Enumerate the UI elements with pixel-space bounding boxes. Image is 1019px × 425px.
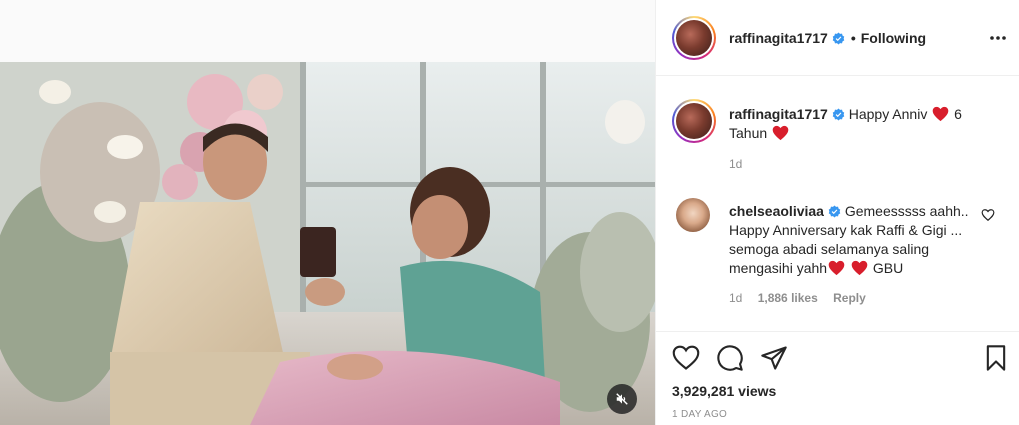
view-count[interactable]: 3,929,281 views	[672, 383, 776, 399]
commenter-username[interactable]: chelseaoliviaa	[729, 203, 824, 219]
more-options-button[interactable]	[986, 28, 1010, 48]
comment-reply-button[interactable]: Reply	[833, 291, 866, 305]
commenter-avatar[interactable]	[676, 198, 710, 232]
paper-plane-icon[interactable]	[760, 344, 788, 372]
header-user-line: raffinagita1717 • Following	[729, 30, 926, 46]
caption-username[interactable]: raffinagita1717	[729, 106, 828, 122]
verified-badge-icon	[828, 205, 841, 218]
post-side-panel: raffinagita1717 • Following raffinagita171…	[655, 0, 1019, 425]
caption-text-part3: Tahun	[729, 125, 768, 141]
comment-likes-count[interactable]: 1,886 likes	[758, 291, 818, 305]
caption-text: raffinagita1717 Happy Anniv 6 Tahun	[729, 105, 999, 143]
comment-meta: 1d 1,886 likes Reply	[729, 291, 878, 305]
following-button[interactable]: Following	[861, 30, 926, 46]
more-options-icon	[990, 36, 1006, 40]
red-heart-icon	[828, 260, 845, 276]
speaker-muted-icon	[616, 393, 628, 405]
caption-text-part1: Happy Anniv	[848, 106, 928, 122]
author-username[interactable]: raffinagita1717	[729, 30, 828, 46]
comment-like-heart-icon[interactable]	[981, 208, 995, 222]
heart-icon[interactable]	[672, 344, 700, 372]
mute-button[interactable]	[607, 384, 637, 414]
verified-badge-icon	[832, 32, 845, 45]
red-heart-icon	[932, 106, 949, 122]
red-heart-icon	[772, 125, 789, 141]
comment-text-part2: GBU	[872, 260, 904, 276]
video-frame	[0, 62, 655, 425]
caption-text-part2: 6	[954, 106, 962, 122]
author-avatar[interactable]	[672, 16, 716, 60]
post-video[interactable]	[0, 62, 655, 425]
separator-dot: •	[850, 30, 856, 46]
comment-icon[interactable]	[716, 344, 744, 372]
verified-badge-icon	[832, 108, 845, 121]
comment-text: chelseaoliviaa Gemeesssss aahh.. Happy A…	[729, 202, 984, 278]
post-actions: 3,929,281 views 1 DAY AGO	[656, 331, 1019, 425]
caption-avatar[interactable]	[672, 99, 716, 143]
media-top-blank	[0, 0, 655, 62]
bookmark-icon[interactable]	[982, 344, 1010, 372]
comment-timestamp[interactable]: 1d	[729, 291, 742, 305]
red-heart-icon	[851, 260, 868, 276]
post-header: raffinagita1717 • Following	[656, 0, 1019, 76]
caption-timestamp[interactable]: 1d	[729, 157, 742, 171]
post-date[interactable]: 1 DAY AGO	[672, 409, 727, 420]
